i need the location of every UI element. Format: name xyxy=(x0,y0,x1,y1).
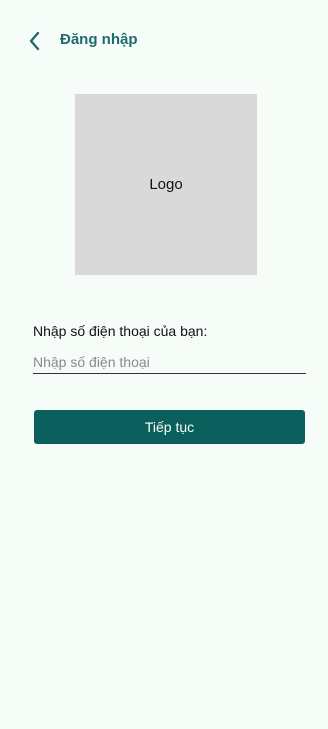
back-button[interactable] xyxy=(22,28,48,54)
logo-placeholder: Logo xyxy=(75,94,257,275)
chevron-left-icon xyxy=(29,31,40,51)
continue-button[interactable]: Tiếp tục xyxy=(34,410,305,444)
page-title: Đăng nhập xyxy=(60,31,138,48)
top-bar: Đăng nhập xyxy=(0,0,328,80)
phone-input[interactable] xyxy=(33,350,306,374)
phone-label: Nhập số điện thoại của bạn: xyxy=(33,323,208,339)
logo-label: Logo xyxy=(149,176,183,193)
continue-button-label: Tiếp tục xyxy=(144,419,195,435)
